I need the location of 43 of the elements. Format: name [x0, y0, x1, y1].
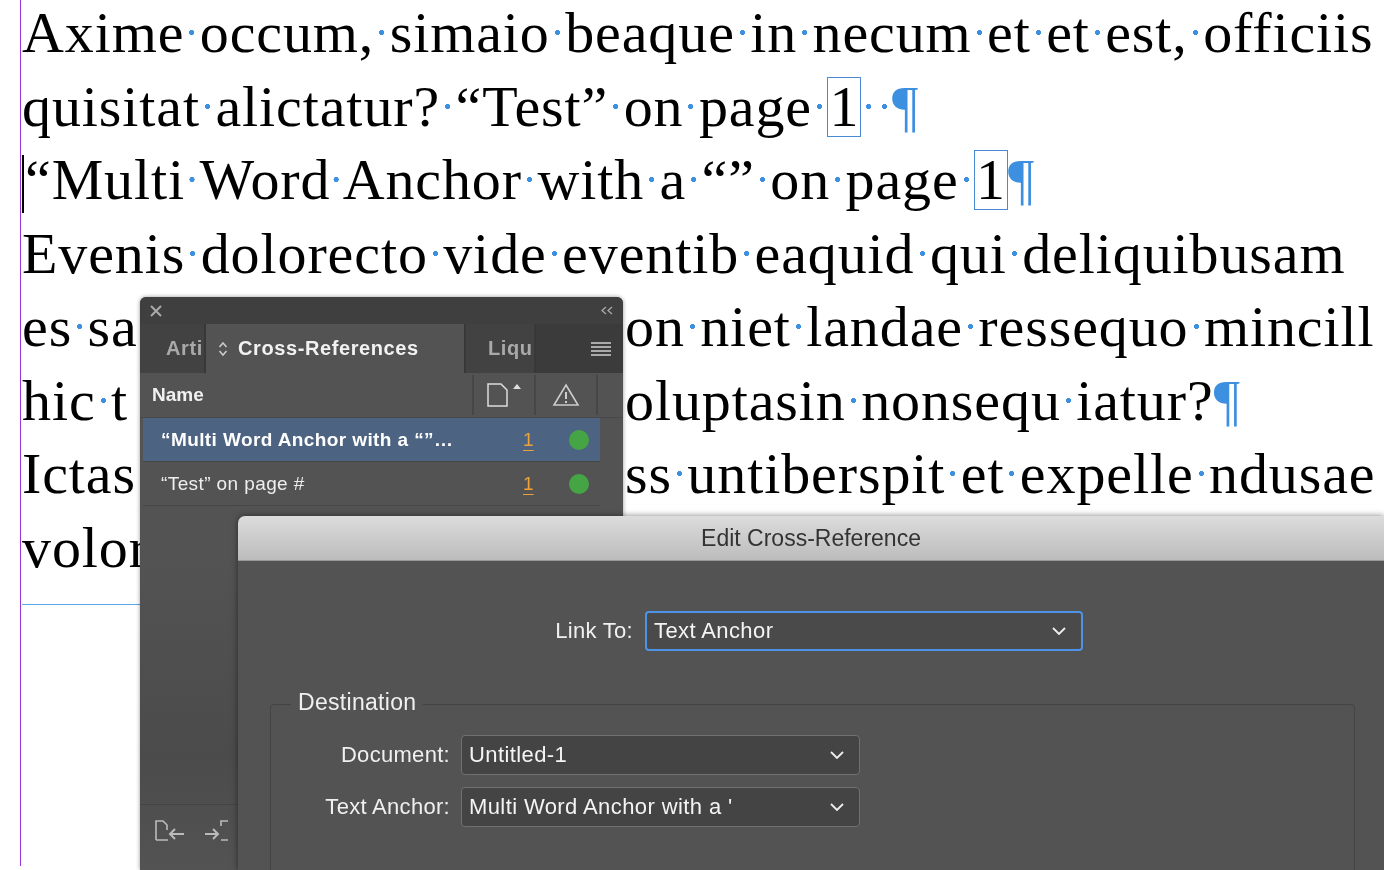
- panel-tab[interactable]: Cross-References: [206, 324, 466, 373]
- field-label: Text Anchor:: [324, 794, 450, 820]
- cross-reference-row[interactable]: “Test” on page # 1: [143, 462, 600, 506]
- chevron-down-icon: [829, 750, 845, 760]
- body-text: Axime occum, simaio beaque in necum et et est, officiis: [22, 0, 1374, 65]
- page-sort-icon[interactable]: [486, 382, 522, 408]
- pilcrow-mark: ¶: [1007, 147, 1036, 212]
- body-text: on niet landae ressequo mincill: [625, 294, 1375, 359]
- body-text: es sa: [22, 294, 138, 359]
- dropdown[interactable]: Multi Word Anchor with a ': [461, 787, 860, 827]
- body-text: Evenis dolorecto vide eventib eaquid qui deliquibusam: [22, 220, 1346, 286]
- field-label: Document:: [339, 742, 450, 768]
- dropdown[interactable]: Text Anchor: [645, 611, 1083, 651]
- arrow-document-icon[interactable]: [204, 818, 228, 842]
- cross-reference-marker[interactable]: 1: [827, 76, 862, 137]
- body-text: hic t: [22, 367, 128, 433]
- body-text: volor: [22, 514, 149, 580]
- body-text: oluptasin nonsequ iatur?: [625, 367, 1214, 433]
- column-header[interactable]: Name: [140, 384, 472, 406]
- panel-tab[interactable]: Liqu: [466, 324, 536, 373]
- chevron-down-icon: [829, 802, 845, 812]
- dropdown[interactable]: Untitled-1: [461, 735, 860, 775]
- sort-arrows-icon: [218, 340, 228, 357]
- pilcrow-mark: ¶: [861, 73, 920, 139]
- close-icon[interactable]: [150, 304, 162, 317]
- collapse-icon[interactable]: [601, 306, 613, 315]
- reference-name: “Test” on page #: [160, 472, 306, 495]
- body-text: quisitat alictatur? “Test” on page: [22, 73, 828, 139]
- body-text: “Multi Word Anchor with a “” on page: [25, 147, 974, 212]
- page-link[interactable]: 1: [523, 472, 543, 495]
- warning-icon[interactable]: [552, 383, 580, 407]
- field-label: Link To:: [554, 618, 633, 644]
- reference-name: “Multi Word Anchor with a “”…: [160, 428, 455, 451]
- menu-icon[interactable]: [591, 341, 611, 356]
- dialog-title: Edit Cross-Reference: [701, 524, 921, 552]
- chevron-down-icon: [1051, 626, 1067, 636]
- cross-reference-marker[interactable]: 1: [974, 150, 1008, 210]
- pilcrow-mark: ¶: [1213, 367, 1241, 433]
- body-text: Ictas: [22, 441, 136, 506]
- body-text: ss untiberspit et expelle ndusae: [625, 441, 1376, 506]
- panel-tab[interactable]: Arti: [140, 324, 206, 373]
- cross-reference-row[interactable]: “Multi Word Anchor with a “”… 1: [143, 418, 600, 462]
- document-arrow-icon[interactable]: [154, 818, 186, 842]
